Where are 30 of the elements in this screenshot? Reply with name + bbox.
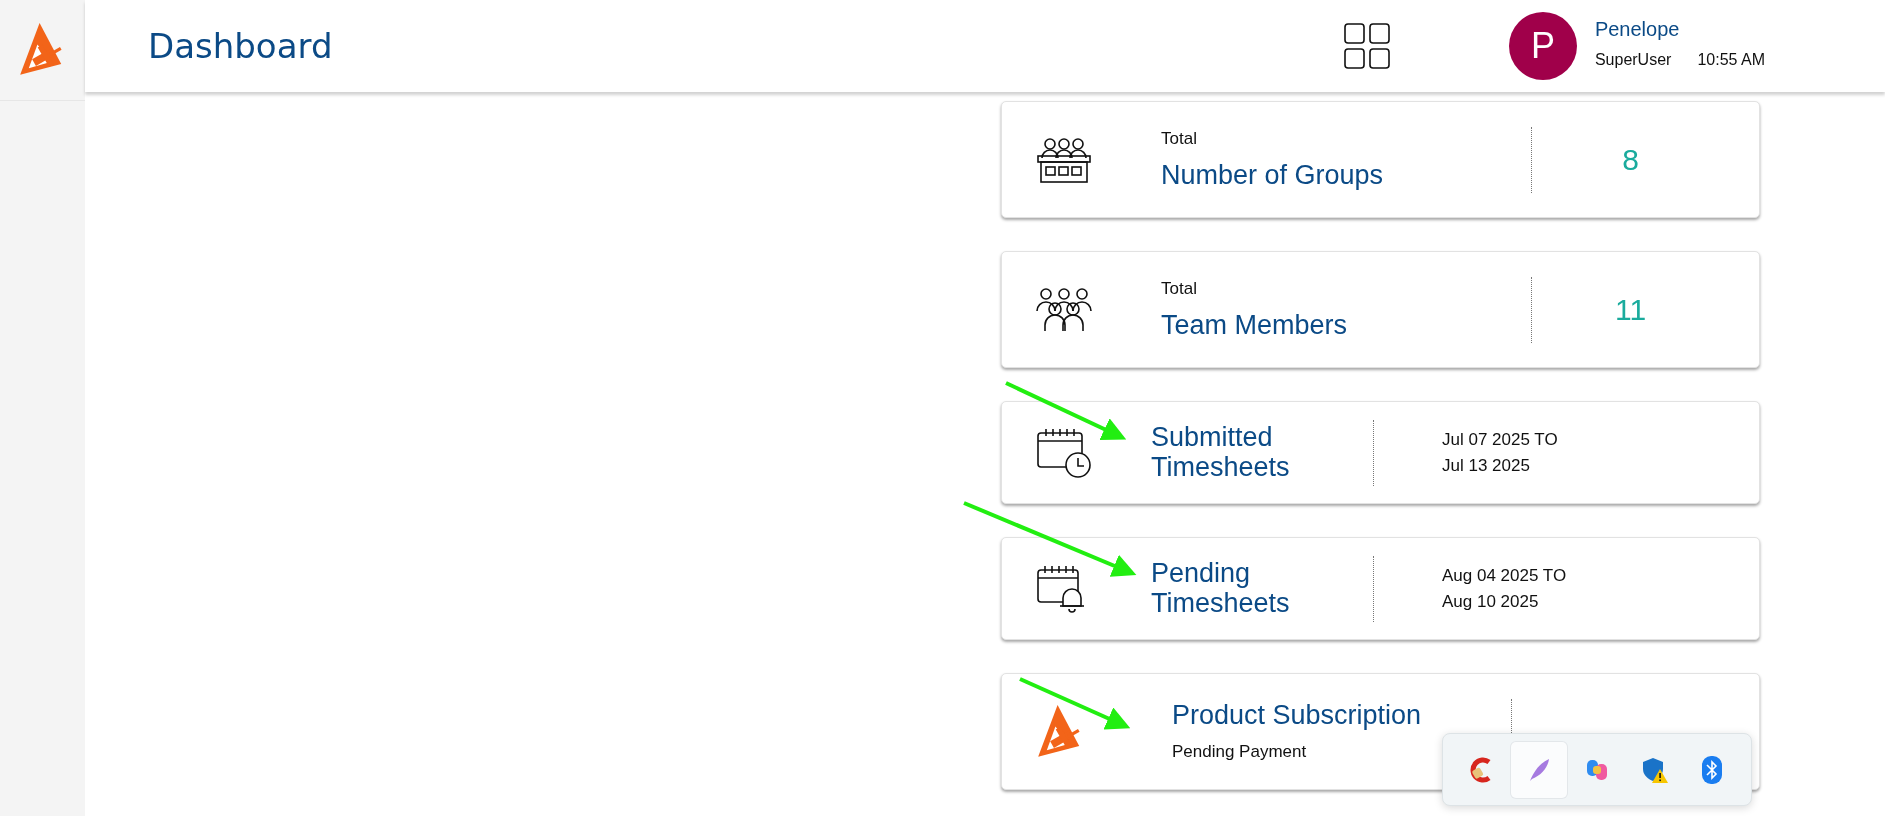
user-avatar[interactable]: P (1508, 12, 1577, 80)
timesheet-card[interactable]: Submitted Timesheets Jul 07 2025 TO Jul 13 2025 (1001, 401, 1760, 504)
card-title: Product Subscription (1172, 700, 1423, 731)
range-start: Aug 04 2025 TO (1442, 565, 1568, 586)
card-title: Pending Timesheets (1151, 558, 1291, 619)
card-value: 11 (1614, 292, 1647, 327)
stat-card[interactable]: Total Number of Groups 8 (1001, 101, 1760, 218)
page-title: Dashboard (148, 26, 334, 66)
shield-warning-icon[interactable] (1640, 755, 1669, 784)
card-value: 8 (1622, 142, 1639, 177)
card-title: Number of Groups (1161, 160, 1385, 191)
card-label: Total (1161, 128, 1198, 149)
calendar-clock-icon (1036, 426, 1092, 479)
user-name: Penelope (1594, 17, 1681, 41)
clock-time: 10:55 AM (1697, 50, 1765, 69)
timesheet-card[interactable]: Pending Timesheets Aug 04 2025 TO Aug 10 2025 (1001, 537, 1760, 640)
apps-grid-icon[interactable] (1342, 22, 1391, 70)
card-title: Submitted Timesheets (1151, 422, 1291, 483)
card-label: Total (1161, 278, 1198, 299)
stat-card[interactable]: Total Team Members 11 (1001, 251, 1760, 368)
tray-item[interactable] (1511, 741, 1568, 798)
user-role: SuperUser (1594, 50, 1672, 69)
group-desk-icon (1036, 135, 1092, 184)
card-subtitle: Pending Payment (1172, 742, 1308, 763)
bluetooth-icon[interactable] (1702, 755, 1723, 784)
range-start: Jul 07 2025 TO (1442, 429, 1559, 450)
team-icon (1036, 286, 1092, 333)
card-title: Team Members (1161, 310, 1349, 341)
range-end: Aug 10 2025 (1442, 591, 1540, 612)
range-end: Jul 13 2025 (1442, 455, 1531, 476)
